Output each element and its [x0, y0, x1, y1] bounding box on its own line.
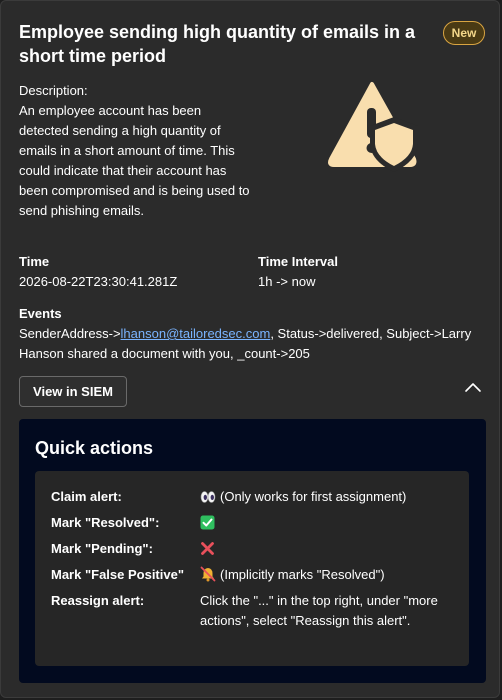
quick-action-label: Mark "False Positive" [51, 567, 184, 582]
quick-actions-title: Quick actions [35, 438, 154, 458]
alert-description: Description: An employee account has bee… [19, 81, 251, 221]
quick-action-value: (Only works for first assignment) [220, 489, 407, 504]
quick-action-label: Reassign alert: [51, 593, 145, 608]
time-label: Time [19, 254, 50, 269]
description-label: Description: [19, 83, 88, 98]
time-value: 2026-08-22T23:30:41.281Z [19, 274, 178, 289]
warning-shield-icon [328, 82, 418, 172]
quick-actions-list: Claim alert: (Only works for first assig… [35, 471, 469, 666]
quick-action-value: (Implicitly marks "Resolved") [220, 567, 385, 582]
quick-action-label: Claim alert: [51, 489, 122, 504]
quick-action-label: Mark "Pending": [51, 541, 153, 556]
quick-action-value: Click the "..." in the top right, under … [200, 593, 438, 628]
alert-card: Employee sending high quantity of emails… [0, 0, 500, 698]
status-badge: New [443, 21, 485, 45]
muted-bell-icon [200, 566, 216, 582]
events-label: Events [19, 306, 62, 321]
check-mark-icon [200, 515, 215, 530]
quick-action-label: Mark "Resolved": [51, 515, 160, 530]
alert-title: Employee sending high quantity of emails… [19, 22, 416, 66]
collapse-toggle[interactable] [461, 375, 485, 399]
cross-mark-icon [201, 542, 214, 555]
sender-email-link[interactable]: lhanson@tailoredsec.com [121, 326, 271, 341]
view-in-siem-button[interactable]: View in SIEM [19, 376, 127, 407]
time-interval-label: Time Interval [258, 254, 338, 269]
quick-actions-panel: Quick actions Claim alert: (Only works f… [19, 419, 486, 683]
chevron-up-icon [465, 383, 481, 392]
description-text: An employee account has been detected se… [19, 103, 250, 218]
time-interval-value: 1h -> now [258, 274, 316, 289]
events-prefix: SenderAddress-> [19, 326, 121, 341]
events-value: SenderAddress->lhanson@tailoredsec.com, … [19, 324, 484, 364]
eyes-icon [200, 491, 216, 503]
